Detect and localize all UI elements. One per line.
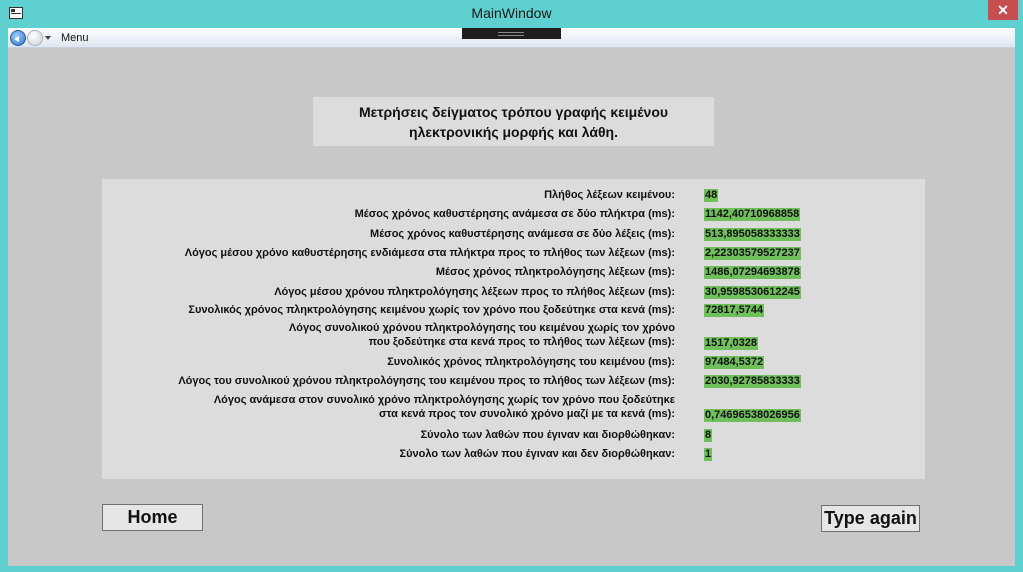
metric-label: Λόγος μέσου χρόνου πληκτρολόγησης λέξεων… (274, 286, 675, 298)
back-arrow-icon[interactable] (10, 30, 26, 46)
metric-value: 1142,40710968858 (704, 208, 801, 221)
metric-label: Μέσος χρόνος πληκτρολόγησης λέξεων (ms): (435, 266, 675, 278)
metric-label: Λόγος του συνολικού χρόνου πληκτρολόγηση… (178, 375, 675, 387)
metric-label-line1: Λόγος συνολικού χρόνου πληκτρολόγησης το… (288, 322, 675, 334)
forward-arrow-icon[interactable] (27, 30, 43, 46)
metric-label: Μέσος χρόνος καθυστέρησης ανάμεσα σε δύο… (370, 228, 675, 240)
metric-value: 1486,07294693878 (704, 266, 801, 279)
metric-label-line2: που ξοδεύτηκε στα κενά προς το πλήθος τω… (368, 336, 675, 348)
metric-value: 0,74696538026956 (704, 409, 801, 422)
metric-label: Συνολικός χρόνος πληκτρολόγησης κειμένου… (188, 304, 675, 316)
metric-value: 48 (704, 189, 719, 202)
page-title: Μετρήσεις δείγματος τρόπου γραφής κειμέν… (358, 103, 669, 140)
metrics-panel: Πλήθος λέξεων κειμένου: 48 Μέσος χρόνος … (102, 179, 925, 479)
metric-value: 8 (704, 429, 713, 442)
close-button[interactable]: ✕ (988, 0, 1018, 20)
type-again-button[interactable]: Type again (821, 505, 920, 532)
metric-label: Λόγος μέσου χρόνο καθυστέρησης ενδιάμεσα… (184, 247, 675, 259)
menu-item[interactable]: Menu (61, 32, 89, 44)
metric-value: 2,22303579527237 (704, 247, 801, 260)
metric-label: Σύνολο των λαθών που έγιναν και διορθώθη… (420, 429, 675, 441)
home-button[interactable]: Home (102, 504, 203, 531)
debug-toolbar-grip[interactable] (462, 28, 561, 39)
metric-label-line1: Λόγος ανάμεσα στον συνολικό χρόνο πληκτρ… (213, 394, 675, 406)
client-area: Menu Μετρήσεις δείγματος τρόπου γραφής κ… (8, 28, 1015, 566)
metric-value: 30,9598530612245 (704, 286, 801, 299)
metric-label-line2: στα κενά προς τον συνολικό χρόνο μαζί με… (379, 408, 675, 420)
metric-value: 513,895058333333 (704, 228, 801, 241)
metric-label: Συνολικός χρόνος πληκτρολόγησης του κειμ… (387, 356, 675, 368)
history-dropdown-icon[interactable] (45, 36, 51, 40)
window-title: MainWindow (471, 5, 552, 21)
metric-label: Σύνολο των λαθών που έγιναν και δεν διορ… (399, 448, 675, 460)
metric-value: 1 (704, 448, 713, 461)
title-bar[interactable]: MainWindow ✕ (0, 0, 1023, 28)
metric-value: 72817,5744 (704, 304, 765, 317)
metric-value: 97484,5372 (704, 356, 765, 369)
metric-label: Μέσος χρόνος καθυστέρησης ανάμεσα σε δύο… (354, 208, 675, 220)
metric-value: 1517,0328 (704, 337, 758, 350)
heading-box: Μετρήσεις δείγματος τρόπου γραφής κειμέν… (313, 97, 714, 146)
main-window: MainWindow ✕ Menu Μετρήσεις δείγματος τρ… (0, 0, 1023, 572)
metric-value: 2030,92785833333 (704, 375, 801, 388)
metric-label: Πλήθος λέξεων κειμένου: (544, 189, 675, 201)
